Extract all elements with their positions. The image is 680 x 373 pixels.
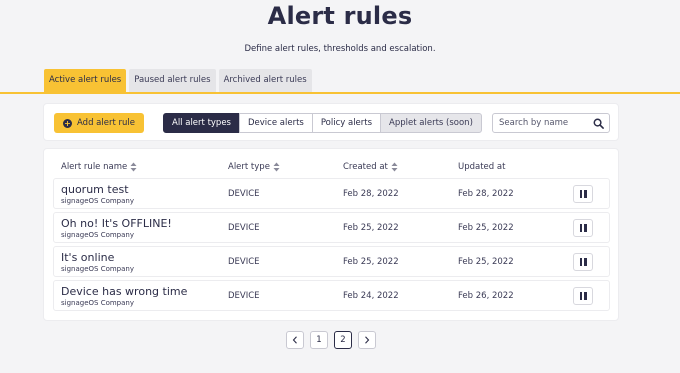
- company-name: signageOS Company: [61, 299, 134, 307]
- pause-button[interactable]: [573, 185, 593, 203]
- updated-at: Feb 25, 2022: [458, 223, 514, 233]
- column-header-label: Updated at: [458, 162, 506, 172]
- filter-all-alert-types[interactable]: All alert types: [163, 113, 240, 133]
- filter-device-alerts[interactable]: Device alerts: [239, 113, 313, 133]
- created-at: Feb 28, 2022: [343, 189, 399, 199]
- chevron-left-icon: [292, 336, 297, 344]
- chevron-right-icon: [365, 336, 370, 344]
- column-header-type[interactable]: Alert type: [228, 162, 280, 172]
- alert-type: DEVICE: [228, 291, 260, 301]
- company-name: signageOS Company: [61, 197, 134, 205]
- page-button-1[interactable]: 1: [310, 331, 328, 349]
- add-alert-rule-label: Add alert rule: [77, 118, 135, 128]
- column-header-label: Alert type: [228, 162, 270, 172]
- column-header-label: Alert rule name: [61, 162, 128, 172]
- created-at: Feb 25, 2022: [343, 223, 399, 233]
- search-icon[interactable]: [593, 118, 604, 129]
- alert-type: DEVICE: [228, 223, 260, 233]
- plus-circle-icon: +: [63, 118, 73, 128]
- toolbar: + Add alert rule All alert types Device …: [43, 103, 619, 141]
- pause-icon: [579, 258, 587, 266]
- sort-icon: [391, 162, 398, 172]
- pause-icon: [579, 224, 587, 232]
- company-name: signageOS Company: [61, 231, 134, 239]
- table-row[interactable]: Device has wrong time signageOS Company …: [53, 280, 610, 311]
- pause-button[interactable]: [573, 253, 593, 271]
- table-row[interactable]: quorum test signageOS Company DEVICE Feb…: [53, 178, 610, 209]
- table-row[interactable]: Oh no! It's OFFLINE! signageOS Company D…: [53, 212, 610, 243]
- alert-rule-name[interactable]: Device has wrong time: [61, 285, 187, 298]
- tab-active-alert-rules[interactable]: Active alert rules: [44, 69, 127, 92]
- pagination: 1 2: [286, 331, 376, 349]
- alert-type-filter: All alert types Device alerts Policy ale…: [163, 113, 482, 133]
- alert-rule-name[interactable]: quorum test: [61, 183, 129, 196]
- page-title: Alert rules: [267, 2, 413, 30]
- column-header-created[interactable]: Created at: [343, 162, 398, 172]
- alert-type: DEVICE: [228, 257, 260, 267]
- next-page-button[interactable]: [358, 331, 376, 349]
- company-name: signageOS Company: [61, 265, 134, 273]
- alert-type: DEVICE: [228, 189, 260, 199]
- pause-button[interactable]: [573, 219, 593, 237]
- pause-icon: [579, 292, 587, 300]
- table-row[interactable]: It's online signageOS Company DEVICE Feb…: [53, 246, 610, 277]
- alert-rules-table: Alert rule name Alert type Created at Up…: [43, 148, 619, 321]
- sort-icon: [273, 162, 280, 172]
- search-field[interactable]: [492, 113, 610, 133]
- created-at: Feb 24, 2022: [343, 291, 399, 301]
- search-input[interactable]: [493, 118, 589, 128]
- page-subtitle: Define alert rules, thresholds and escal…: [244, 44, 436, 54]
- previous-page-button[interactable]: [286, 331, 304, 349]
- column-header-updated: Updated at: [458, 162, 505, 172]
- updated-at: Feb 25, 2022: [458, 257, 514, 267]
- column-header-name[interactable]: Alert rule name: [61, 162, 137, 172]
- alert-rule-name[interactable]: It's online: [61, 251, 114, 264]
- pause-icon: [579, 190, 587, 198]
- column-header-label: Created at: [343, 162, 388, 172]
- filter-applet-alerts: Applet alerts (soon): [380, 113, 482, 133]
- add-alert-rule-button[interactable]: + Add alert rule: [54, 113, 144, 133]
- tab-underline: [0, 92, 680, 94]
- page-button-2[interactable]: 2: [334, 331, 352, 349]
- filter-policy-alerts[interactable]: Policy alerts: [311, 113, 382, 133]
- sort-icon: [130, 162, 137, 172]
- created-at: Feb 25, 2022: [343, 257, 399, 267]
- tab-bar: Active alert rules Paused alert rules Ar…: [44, 69, 312, 92]
- alert-rule-name[interactable]: Oh no! It's OFFLINE!: [61, 217, 172, 230]
- updated-at: Feb 28, 2022: [458, 189, 514, 199]
- updated-at: Feb 26, 2022: [458, 291, 514, 301]
- tab-archived-alert-rules[interactable]: Archived alert rules: [218, 69, 312, 92]
- tab-paused-alert-rules[interactable]: Paused alert rules: [129, 69, 216, 92]
- pause-button[interactable]: [573, 287, 593, 305]
